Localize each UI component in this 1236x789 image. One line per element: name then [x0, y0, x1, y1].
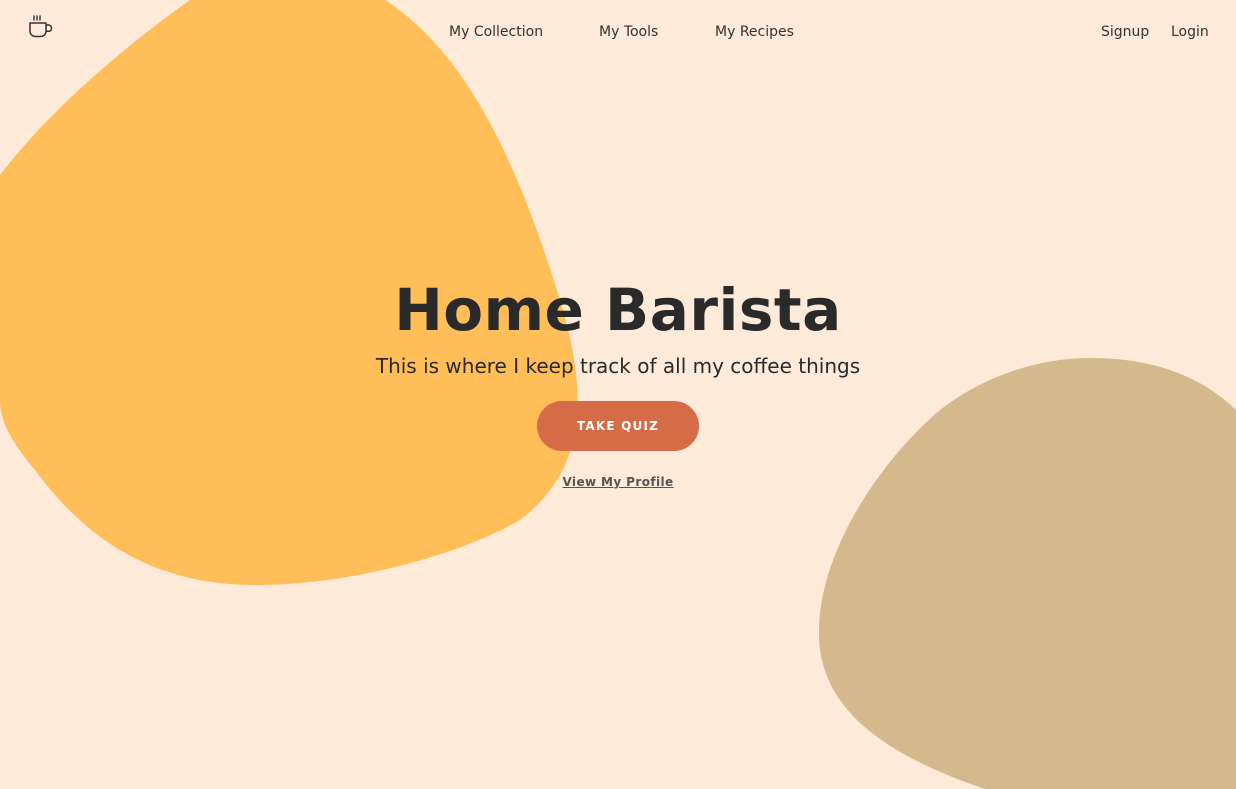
nav-link-my-collection[interactable]: My Collection	[449, 22, 543, 42]
take-quiz-button[interactable]: TAKE QUIZ	[537, 401, 699, 451]
page: My Collection My Tools My Recipes Signup…	[0, 0, 1236, 789]
hero-title: Home Barista	[394, 276, 842, 344]
signup-link[interactable]: Signup	[1101, 22, 1149, 42]
view-profile-link[interactable]: View My Profile	[0, 475, 1236, 489]
hero-subtitle: This is where I keep track of all my cof…	[375, 354, 861, 378]
hero-section: Home Barista This is where I keep track …	[0, 270, 1236, 489]
top-navigation: My Collection My Tools My Recipes Signup…	[0, 0, 1236, 64]
login-link[interactable]: Login	[1171, 22, 1209, 42]
nav-links: My Collection My Tools My Recipes Signup…	[0, 22, 1236, 44]
nav-link-my-recipes[interactable]: My Recipes	[715, 22, 794, 42]
nav-link-my-tools[interactable]: My Tools	[599, 22, 658, 42]
